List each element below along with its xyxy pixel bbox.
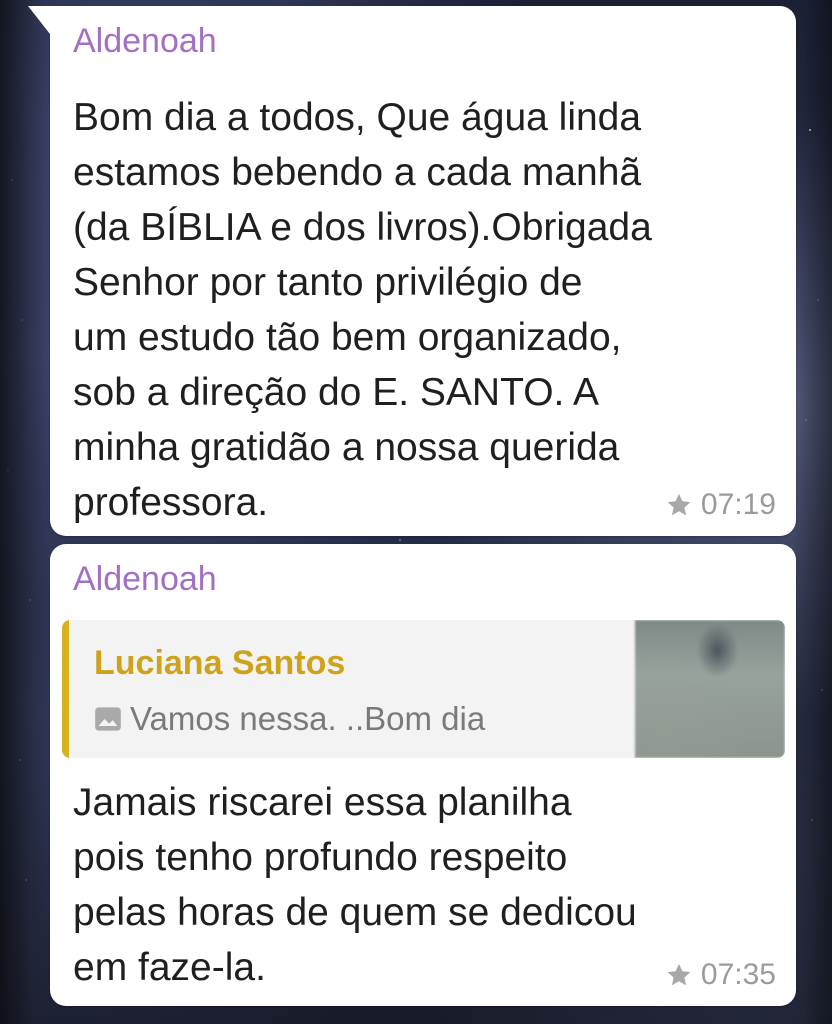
sender-name[interactable]: Aldenoah <box>73 24 217 58</box>
message-time: 07:35 <box>700 958 776 991</box>
wallpaper-rock-left <box>0 0 46 1024</box>
reply-thumbnail <box>635 620 785 758</box>
sender-name[interactable]: Aldenoah <box>73 562 217 596</box>
bubble-tail <box>28 6 50 34</box>
message-meta: 07:35 <box>665 958 776 992</box>
message-time: 07:19 <box>700 488 776 521</box>
message-meta: 07:19 <box>665 488 776 522</box>
reply-author: Luciana Santos <box>94 644 346 682</box>
star-icon <box>667 493 691 516</box>
message-text: Bom dia a todos, Que água linda estamos … <box>73 96 652 524</box>
message-bubble[interactable]: Aldenoah Luciana Santos Vamos nessa. ..B… <box>50 544 796 1006</box>
reply-preview: Vamos nessa. ..Bom dia <box>94 702 485 735</box>
image-icon <box>95 706 121 731</box>
reply-quote-bar <box>62 620 69 758</box>
star-icon <box>667 963 691 986</box>
message-bubble[interactable]: Aldenoah Bom dia a todos, Que água linda… <box>28 6 796 536</box>
reply-quote[interactable]: Luciana Santos Vamos nessa. ..Bom dia <box>62 620 785 758</box>
reply-preview-text: Vamos nessa. ..Bom dia <box>130 700 486 737</box>
wallpaper-rock-right <box>792 0 832 1024</box>
